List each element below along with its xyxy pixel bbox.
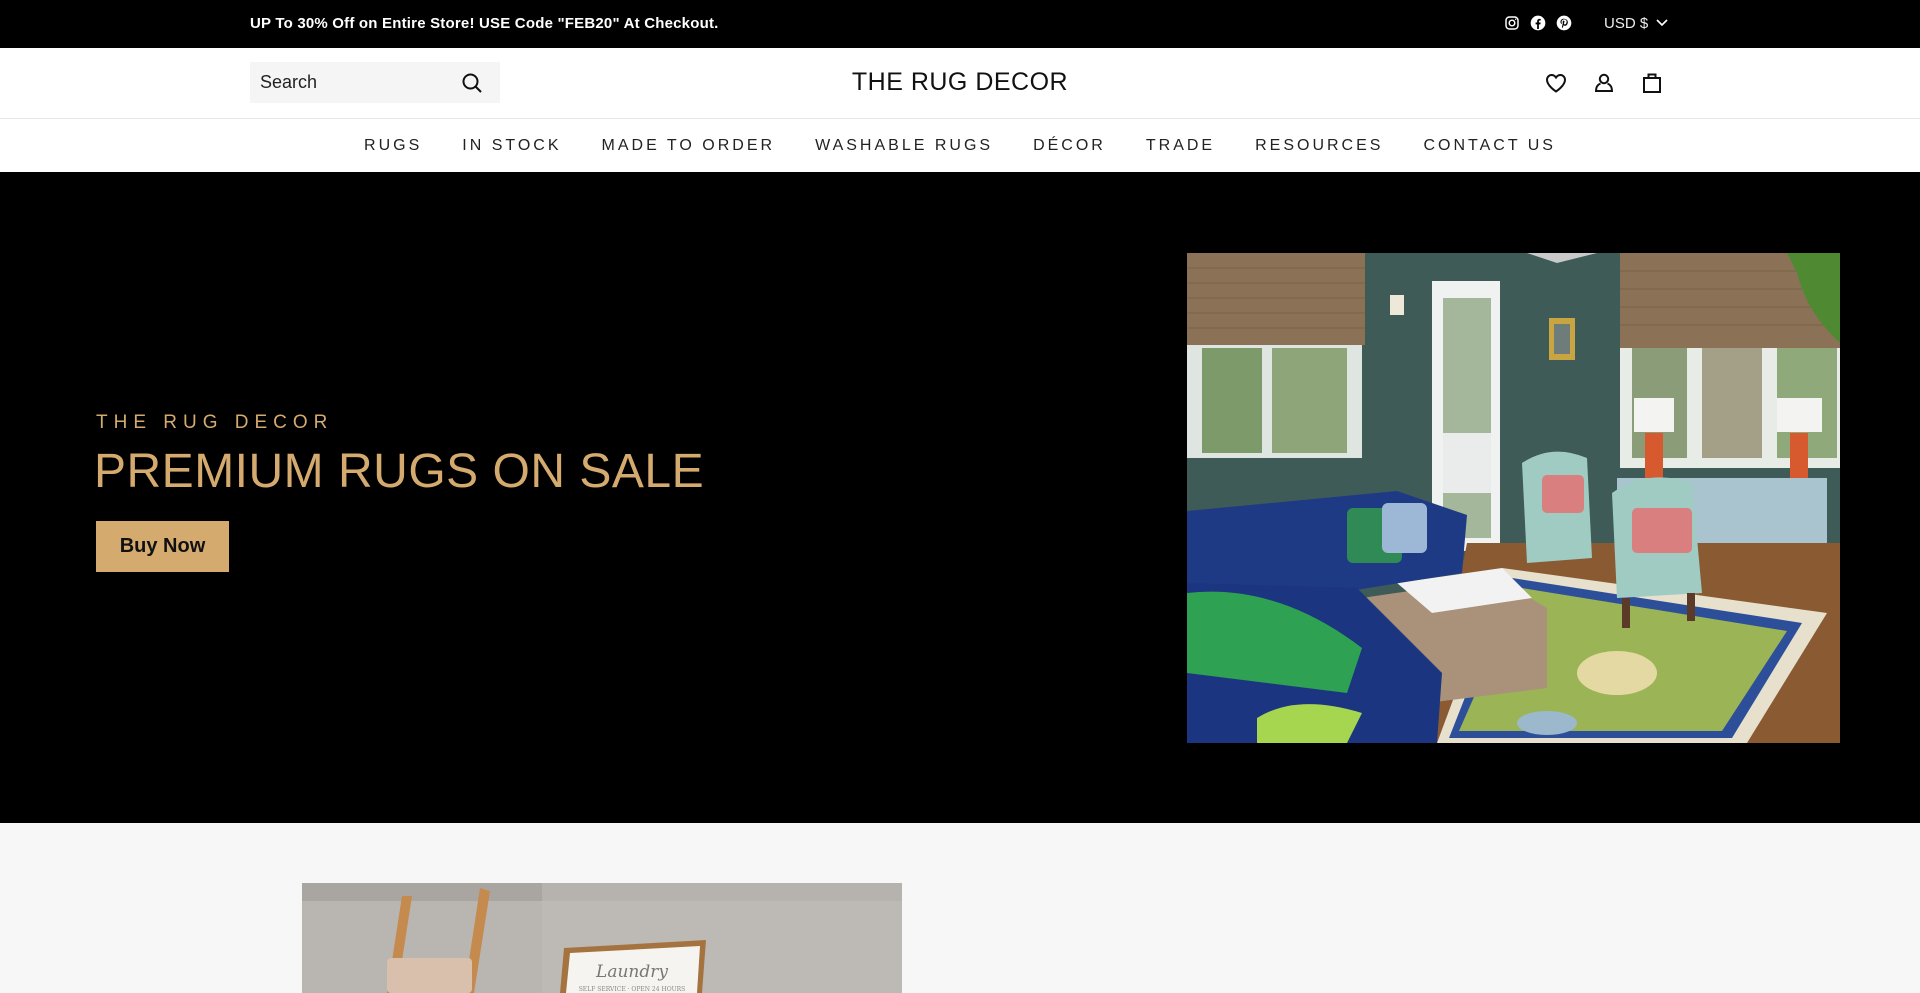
- hero-title: PREMIUM RUGS ON SALE: [94, 445, 705, 498]
- facebook-icon[interactable]: [1529, 14, 1547, 32]
- pinterest-icon[interactable]: [1555, 14, 1573, 32]
- buy-now-button[interactable]: Buy Now: [96, 521, 229, 572]
- featured-section: Laundry SELF SERVICE · OPEN 24 HOURS: [0, 823, 1920, 993]
- nav-item-trade[interactable]: TRADE: [1146, 137, 1215, 155]
- nav-item-decor[interactable]: DÉCOR: [1033, 137, 1106, 155]
- announcement-bar: UP To 30% Off on Entire Store! USE Code …: [0, 0, 1920, 48]
- search-input[interactable]: [250, 72, 450, 93]
- search-box: [250, 62, 500, 103]
- nav-item-made-to-order[interactable]: MADE TO ORDER: [602, 137, 776, 155]
- laundry-illustration: Laundry SELF SERVICE · OPEN 24 HOURS: [302, 883, 902, 993]
- nav-item-in-stock[interactable]: IN STOCK: [462, 137, 561, 155]
- announcement-text: UP To 30% Off on Entire Store! USE Code …: [250, 15, 719, 32]
- currency-label: USD $: [1604, 14, 1649, 32]
- nav-item-contact-us[interactable]: CONTACT US: [1423, 137, 1556, 155]
- laundry-sign-title: Laundry: [595, 962, 668, 982]
- featured-image[interactable]: Laundry SELF SERVICE · OPEN 24 HOURS: [302, 883, 902, 993]
- nav-item-resources[interactable]: RESOURCES: [1255, 137, 1383, 155]
- heart-icon[interactable]: [1543, 70, 1569, 96]
- laundry-sign-subtitle: SELF SERVICE · OPEN 24 HOURS: [579, 986, 686, 993]
- site-header: THE RUG DECOR: [0, 48, 1920, 119]
- main-nav: RUGS IN STOCK MADE TO ORDER WASHABLE RUG…: [0, 119, 1920, 172]
- header-icons: [1543, 70, 1687, 96]
- hero-banner: THE RUG DECOR PREMIUM RUGS ON SALE Buy N…: [0, 172, 1920, 823]
- cart-icon[interactable]: [1639, 70, 1665, 96]
- currency-selector[interactable]: USD $: [1604, 15, 1668, 32]
- chevron-down-icon: [1656, 19, 1668, 27]
- hero-subtitle: THE RUG DECOR: [96, 412, 334, 433]
- hero-image[interactable]: [1187, 253, 1840, 743]
- search-icon[interactable]: [460, 71, 484, 95]
- site-logo[interactable]: THE RUG DECOR: [852, 68, 1068, 96]
- announcement-right: USD $: [1503, 12, 1668, 34]
- nav-item-washable-rugs[interactable]: WASHABLE RUGS: [815, 137, 993, 155]
- instagram-icon[interactable]: [1503, 14, 1521, 32]
- nav-item-rugs[interactable]: RUGS: [364, 137, 422, 155]
- account-icon[interactable]: [1591, 70, 1617, 96]
- living-room-illustration: [1187, 253, 1840, 743]
